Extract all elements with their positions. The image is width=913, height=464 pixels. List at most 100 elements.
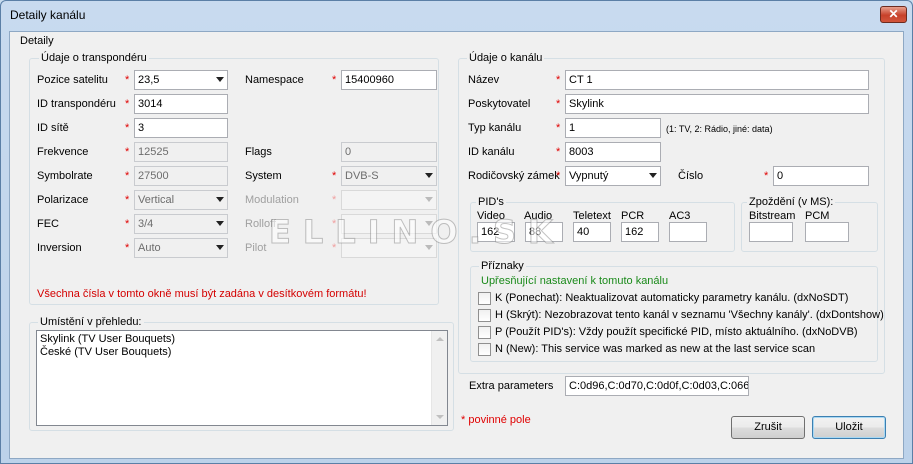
polarization-label: Polarizace	[37, 194, 89, 206]
cancel-button[interactable]: Zrušit	[731, 416, 805, 439]
chevron-down-icon	[216, 245, 224, 250]
satellite-position-select[interactable]: 23,5	[134, 70, 228, 90]
delay-group-legend: Zpoždění (v MS):	[747, 196, 836, 208]
placement-list: Skylink (TV User Bouquets) České (TV Use…	[37, 331, 447, 359]
flag-n-checkbox[interactable]	[478, 343, 491, 356]
modulation-select[interactable]	[341, 190, 437, 210]
pcr-pid-input[interactable]: 162	[621, 222, 659, 242]
satellite-position-label: Pozice satelitu	[37, 74, 108, 86]
required-marker: *	[125, 194, 130, 206]
fec-select[interactable]: 3/4	[134, 214, 228, 234]
channel-id-input[interactable]: 8003	[565, 142, 661, 162]
flag-p-label[interactable]: P (Použít PID's): Vždy použít specifické…	[495, 326, 858, 338]
required-marker: *	[125, 74, 130, 86]
transponder-id-label: ID transpondéru	[37, 98, 116, 110]
required-marker: *	[556, 98, 561, 110]
scroll-down-icon[interactable]	[436, 415, 444, 419]
provider-label: Poskytovatel	[468, 98, 531, 110]
channel-name-input[interactable]: CT 1	[565, 70, 869, 90]
close-button[interactable]: ✕	[880, 6, 907, 23]
save-button[interactable]: Uložit	[812, 416, 886, 439]
polarization-select[interactable]: Vertical	[134, 190, 228, 210]
frequency-label: Frekvence	[37, 146, 89, 158]
namespace-input[interactable]: 15400960	[341, 70, 437, 90]
channel-group-legend: Údaje o kanálu	[467, 52, 545, 64]
list-item[interactable]: Skylink (TV User Bouquets)	[37, 333, 447, 346]
flags-label: Flags	[245, 146, 272, 158]
network-id-input[interactable]: 3	[134, 118, 228, 138]
pids-group-legend: PID's	[476, 196, 506, 208]
channel-id-label: ID kanálu	[468, 146, 515, 158]
flag-p-checkbox[interactable]	[478, 326, 491, 339]
system-select[interactable]: DVB-S	[341, 166, 437, 186]
flags-subtitle: Upřesňující nastavení k tomuto kanálu	[481, 275, 669, 287]
required-marker: *	[332, 194, 337, 206]
extra-parameters-input[interactable]: C:0d96,C:0d70,C:0d0f,C:0d03,C:0666	[565, 376, 749, 396]
flags-group-legend: Příznaky	[479, 260, 526, 272]
teletext-pid-label: Teletext	[573, 210, 611, 222]
teletext-pid-input[interactable]: 40	[573, 222, 611, 242]
number-label: Číslo	[678, 170, 704, 182]
inversion-select[interactable]: Auto	[134, 238, 228, 258]
dialog-body: Detaily Údaje o transpondéru Pozice sate…	[9, 31, 904, 459]
pilot-select[interactable]	[341, 238, 437, 258]
flag-k-checkbox[interactable]	[478, 292, 491, 305]
channel-name-label: Název	[468, 74, 500, 86]
required-marker: *	[125, 122, 130, 134]
transponder-group-legend: Údaje o transpondéru	[39, 52, 149, 64]
required-marker: *	[764, 170, 769, 182]
network-id-label: ID sítě	[37, 122, 69, 134]
chevron-down-icon	[425, 173, 433, 178]
placement-group-legend: Umístění v přehledu:	[38, 316, 144, 328]
number-input[interactable]: 0	[773, 166, 869, 186]
decimal-format-warning: Všechna čísla v tomto okně musí být zadá…	[37, 288, 367, 300]
placement-listbox[interactable]: Skylink (TV User Bouquets) České (TV Use…	[36, 330, 448, 426]
placement-scrollbar[interactable]	[431, 331, 447, 425]
title-bar[interactable]: Detaily kanálu ✕	[1, 1, 912, 29]
list-item[interactable]: České (TV User Bouquets)	[37, 346, 447, 359]
scroll-up-icon[interactable]	[436, 337, 444, 341]
frequency-input[interactable]: 12525	[134, 142, 228, 162]
symbolrate-label: Symbolrate	[37, 170, 93, 182]
rolloff-select[interactable]	[341, 214, 437, 234]
chevron-down-icon	[216, 221, 224, 226]
close-icon: ✕	[888, 7, 899, 21]
ac3-pid-label: AC3	[669, 210, 691, 222]
bitstream-input[interactable]	[749, 222, 793, 242]
chevron-down-icon	[425, 197, 433, 202]
channel-type-hint: (1: TV, 2: Rádio, jiné: data)	[666, 124, 773, 134]
system-label: System	[245, 170, 282, 182]
symbolrate-input[interactable]: 27500	[134, 166, 228, 186]
pcm-label: PCM	[805, 210, 830, 222]
pcm-input[interactable]	[805, 222, 849, 242]
video-pid-input[interactable]: 162	[477, 222, 515, 242]
dialog-window: Detaily kanálu ✕ Detaily Údaje o transpo…	[0, 0, 913, 464]
audio-pid-input[interactable]: 88	[525, 222, 563, 242]
ac3-pid-input[interactable]	[669, 222, 707, 242]
parental-lock-select[interactable]: Vypnutý	[565, 166, 661, 186]
required-marker: *	[332, 74, 337, 86]
video-pid-label: Video	[477, 210, 505, 222]
required-field-note: * povinné pole	[461, 414, 531, 426]
required-marker: *	[125, 242, 130, 254]
transponder-id-input[interactable]: 3014	[134, 94, 228, 114]
parental-lock-label: Rodičovský zámek	[468, 170, 560, 182]
channel-type-label: Typ kanálu	[468, 122, 522, 134]
provider-input[interactable]: Skylink	[565, 94, 869, 114]
flag-h-checkbox[interactable]	[478, 309, 491, 322]
required-marker: *	[125, 218, 130, 230]
flag-h-label[interactable]: H (Skrýt): Nezobrazovat tento kanál v se…	[495, 309, 884, 321]
channel-type-input[interactable]: 1	[565, 118, 661, 138]
pilot-label: Pilot	[245, 242, 267, 254]
modulation-label: Modulation	[245, 194, 299, 206]
pcr-pid-label: PCR	[621, 210, 645, 222]
audio-pid-label: Audio	[524, 210, 553, 222]
flags-input[interactable]: 0	[341, 142, 437, 162]
rolloff-label: Rolloff	[245, 218, 276, 230]
flag-k-label[interactable]: K (Ponechat): Neaktualizovat automaticky…	[495, 292, 848, 304]
chevron-down-icon	[216, 77, 224, 82]
bitstream-label: Bitstream	[749, 210, 796, 222]
flag-n-label[interactable]: N (New): This service was marked as new …	[495, 343, 815, 355]
window-title: Detaily kanálu	[10, 8, 86, 22]
required-marker: *	[556, 122, 561, 134]
